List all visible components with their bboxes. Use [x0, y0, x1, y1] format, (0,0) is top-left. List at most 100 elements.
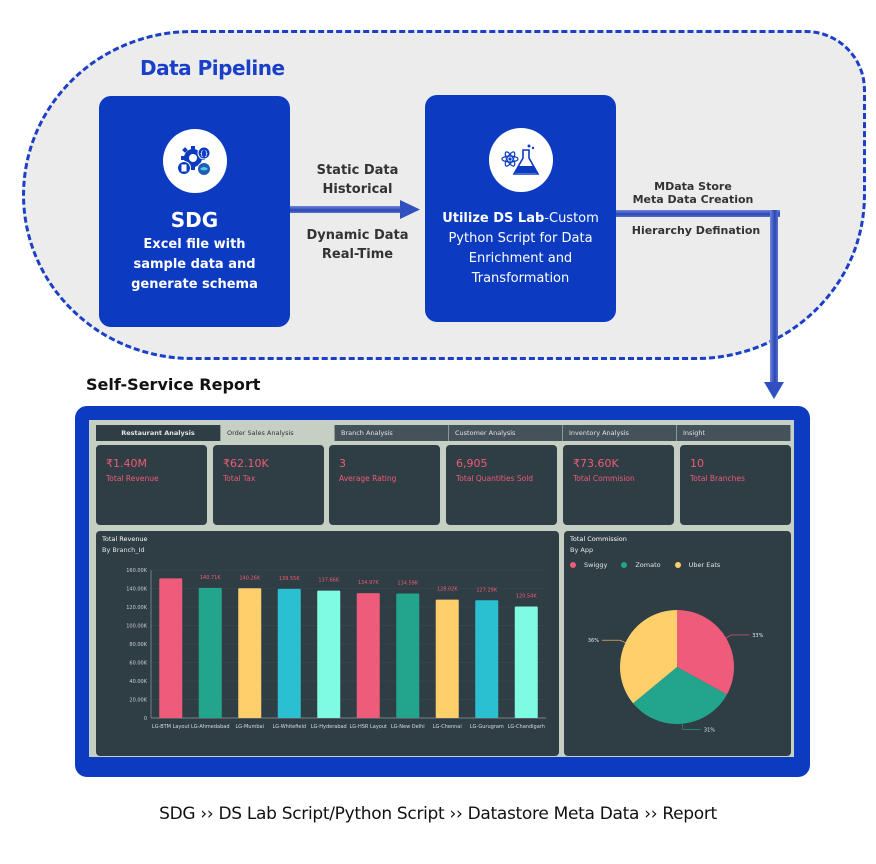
- arrow-down-icon: [764, 382, 784, 399]
- x-tick-label: LG-Hyderabad: [311, 724, 347, 730]
- y-tick-label: 100.00K: [126, 624, 147, 630]
- bar-data-label: 137.66K: [318, 578, 339, 584]
- arrow-label-line: Static Data: [316, 163, 399, 178]
- kpi-label: Total Quantities Sold: [456, 474, 534, 483]
- commission-pie-chart-panel: Total Commission By App Swiggy Zomato Ub…: [564, 531, 791, 756]
- bar-data-label: 128.02K: [437, 587, 458, 593]
- ds-lab-desc-line: Transformation: [471, 271, 570, 286]
- y-tick-label: 120.00K: [126, 605, 147, 611]
- kpi-value: ₹73.60K: [573, 457, 619, 470]
- tab-inventory-analysis[interactable]: Inventory Analysis: [563, 425, 677, 441]
- sdg-desc-line: generate schema: [131, 277, 258, 292]
- bar: [198, 587, 222, 718]
- arrow2-top-label: MData Store Meta Data Creation: [618, 180, 768, 206]
- report-title: Self-Service Report: [86, 375, 261, 394]
- tab-customer-analysis[interactable]: Customer Analysis: [449, 425, 563, 441]
- bar: [435, 599, 459, 718]
- kpi-card-total-revenue: ₹1.40M Total Revenue: [96, 445, 207, 525]
- revenue-bar-chart-panel: Total Revenue By Branch_Id 0 20.00K 40.00K…: [96, 531, 559, 756]
- kpi-label: Average Rating: [339, 474, 397, 483]
- x-tick-label: LG-Mumbai: [236, 724, 264, 730]
- pie-leader-line: [725, 634, 750, 639]
- dashboard-tabs: Restaurant Analysis Order Sales Analysis…: [96, 425, 791, 441]
- tab-restaurant-analysis[interactable]: Restaurant Analysis: [96, 425, 221, 441]
- arrow-label-line: Dynamic Data: [306, 228, 409, 243]
- arrow-label-line: MData Store: [654, 180, 732, 193]
- y-tick-label: 60.00K: [129, 661, 147, 667]
- tab-branch-analysis[interactable]: Branch Analysis: [335, 425, 449, 441]
- arrow2-bottom-label: Hierarchy Defination: [626, 224, 766, 237]
- kpi-value: ₹62.10K: [223, 457, 269, 470]
- ds-lab-desc-first-line: Utilize DS Lab-Custom: [425, 209, 616, 229]
- kpi-card-total-commision: ₹73.60K Total Commision: [563, 445, 674, 525]
- sdg-box: {} SDG Excel file with sample data and g…: [99, 96, 290, 327]
- kpi-label: Total Tax: [223, 474, 256, 483]
- pie-slice-label: 31%: [704, 728, 715, 734]
- y-tick-label: 160.00K: [126, 568, 147, 574]
- y-tick-label: 40.00K: [129, 679, 147, 685]
- arrow1-shaft: [290, 206, 402, 213]
- bar: [396, 593, 420, 718]
- arrow2-shaft-vertical: [770, 210, 778, 384]
- x-tick-label: LG-New Delhi: [391, 724, 425, 730]
- tab-order-sales-analysis[interactable]: Order Sales Analysis: [221, 425, 335, 441]
- ds-lab-bold-prefix: Utilize DS Lab: [442, 211, 545, 226]
- tab-insight[interactable]: Insight: [677, 425, 791, 441]
- kpi-card-total-branches: 10 Total Branches: [680, 445, 791, 525]
- bar-data-label: 134.59K: [397, 581, 418, 587]
- gears-code-docker-icon: {}: [162, 129, 227, 193]
- commission-pie-chart: 33% 31% 36%: [588, 610, 764, 734]
- arrow2-shaft-horizontal: [616, 210, 780, 217]
- sdg-desc-line: Excel file with: [143, 237, 246, 252]
- ds-lab-box: Utilize DS Lab-Custom Python Script for …: [425, 95, 616, 322]
- x-tick-label: LG-Chandigarh: [508, 724, 545, 730]
- ds-lab-description: Utilize DS Lab-Custom Python Script for …: [425, 209, 616, 289]
- bar: [159, 578, 183, 718]
- kpi-card-average-rating: 3 Average Rating: [329, 445, 440, 525]
- y-tick-label: 140.00K: [126, 587, 147, 593]
- kpi-label: Total Revenue: [106, 474, 159, 483]
- x-tick-label: LG-Gurugram: [470, 724, 504, 730]
- arrow-label-line: Real-Time: [321, 247, 394, 262]
- kpi-card-total-quantities-sold: 6,905 Total Quantities Sold: [446, 445, 557, 525]
- arrow1-bottom-label: Dynamic Data Real-Time: [290, 226, 425, 264]
- sdg-title: SDG: [170, 208, 219, 232]
- sdg-desc-line: sample data and: [133, 257, 256, 272]
- arrow1-top-label: Static Data Historical: [290, 161, 425, 199]
- x-tick-label: LG-HSR Layout: [350, 724, 387, 730]
- sdg-description: Excel file with sample data and generate…: [99, 235, 290, 295]
- arrow-label-line: Hierarchy Defination: [631, 224, 761, 237]
- x-tick-label: LG-Whitefield: [272, 724, 306, 730]
- kpi-value: 6,905: [456, 457, 488, 470]
- kpi-value: 3: [339, 457, 346, 470]
- bar-data-label: 134.97K: [358, 580, 379, 586]
- kpi-label: Total Commision: [573, 474, 635, 483]
- bar-data-label: 140.71K: [200, 575, 221, 581]
- x-tick-label: LG-Ahmedabad: [191, 724, 230, 730]
- dashboard: Restaurant Analysis Order Sales Analysis…: [89, 420, 794, 757]
- kpi-label: Total Branches: [690, 474, 745, 483]
- revenue-bar-chart: 0 20.00K 40.00K 60.00K 80.00K 100.00K 120.00K 1…: [126, 568, 546, 730]
- svg-text:{}: {}: [199, 150, 208, 158]
- arrow-label-line: Historical: [322, 182, 393, 197]
- ds-lab-first-rest: -Custom: [544, 211, 599, 226]
- y-tick-label: 20.00K: [129, 698, 147, 704]
- kpi-card-total-tax: ₹62.10K Total Tax: [213, 445, 324, 525]
- pie-leader-line: [601, 639, 626, 644]
- flow-caption: SDG ›› DS Lab Script/Python Script ›› Da…: [159, 804, 717, 824]
- bar-data-label: 140.26K: [239, 575, 260, 581]
- science-flask-atom-icon: [488, 128, 553, 192]
- arrow-label-line: Meta Data Creation: [632, 193, 754, 206]
- arrow-right-icon: [400, 200, 420, 219]
- kpi-value: ₹1.40M: [106, 457, 147, 470]
- bar: [317, 590, 341, 718]
- pie-slice-label: 33%: [752, 633, 763, 639]
- y-tick-label: 0: [144, 716, 147, 722]
- bar: [238, 588, 262, 718]
- pipeline-title: Data Pipeline: [140, 56, 285, 80]
- y-tick-label: 80.00K: [129, 642, 147, 648]
- x-tick-label: LG-Chennai: [433, 724, 462, 730]
- bar: [475, 600, 499, 718]
- bar: [277, 588, 301, 718]
- bar-data-label: 127.29K: [476, 587, 497, 593]
